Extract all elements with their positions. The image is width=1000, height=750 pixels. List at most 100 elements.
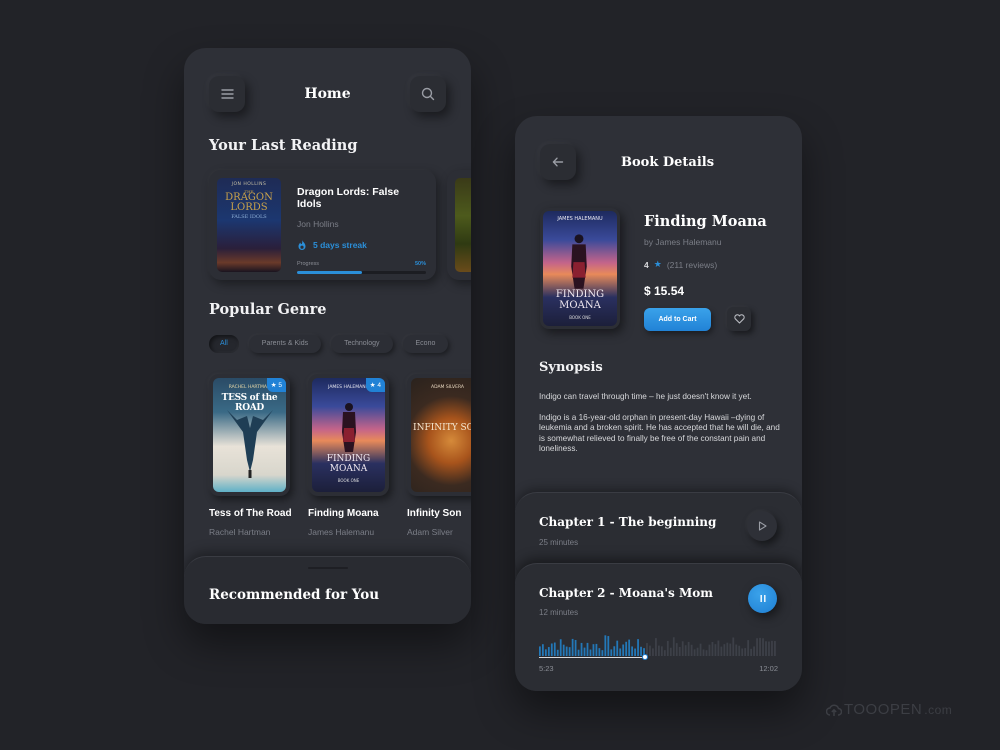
chapter-title: Chapter 2 - Moana's Mom [539, 586, 713, 600]
review-count: (211 reviews) [666, 259, 718, 270]
genre-chip-parents-kids[interactable]: Parents & Kids [248, 335, 322, 353]
waveform-bar [601, 650, 604, 656]
chapter-item-active[interactable]: Chapter 2 - Moana's Mom 12 minutes 5:23 … [515, 563, 802, 691]
waveform-bar [666, 640, 669, 656]
search-icon [421, 87, 435, 101]
waveform-bar [756, 638, 758, 656]
book-author: by James Halemanu [644, 237, 722, 247]
waveform-bar [723, 644, 726, 656]
waveform-bar [771, 640, 773, 656]
waveform-bar [631, 646, 634, 656]
waveform-bar [741, 648, 744, 656]
waveform-bar [565, 646, 568, 656]
rating-badge: ★ 4 [365, 378, 385, 392]
waveform-bar [759, 637, 761, 656]
waveform-bar [625, 641, 628, 656]
waveform-bar [539, 646, 541, 656]
waveform-bar [568, 647, 571, 656]
waveform-bar [765, 641, 767, 656]
waveform-bar [595, 643, 598, 656]
cover-author: ADAM SILVERA [431, 385, 464, 390]
book-cover: JAMES HALEMANU FINDING MOANA BOOK ONE ★ … [312, 378, 385, 492]
play-button[interactable] [747, 511, 777, 541]
drag-handle[interactable] [308, 567, 348, 569]
search-button[interactable] [410, 76, 446, 112]
book-author: Adam Silver [407, 527, 453, 537]
waveform-bar [589, 649, 592, 656]
waveform-bar [604, 635, 607, 656]
waveform-bar [696, 647, 699, 656]
waveform-bar [556, 649, 559, 656]
book-author: Rachel Hartman [209, 527, 271, 537]
back-button[interactable] [540, 144, 576, 180]
waveform-bar [637, 639, 639, 656]
book-item[interactable]: JAMES HALEMANU FINDING MOANA BOOK ONE ★ … [308, 374, 389, 537]
figure-illustration [342, 403, 356, 452]
synopsis-paragraph: Indigo can travel through time – he just… [539, 392, 752, 401]
pause-button[interactable] [748, 584, 777, 613]
book-cover: ADAM SILVERA INFINITY SON [411, 378, 471, 492]
recommended-sheet[interactable]: Recommended for You [184, 556, 471, 624]
waveform-bar [574, 640, 577, 656]
next-reading-card[interactable] [447, 170, 471, 280]
waveform-bar [628, 639, 631, 656]
watermark-brand: TOOOPEN [844, 701, 923, 718]
waveform-bar [774, 641, 776, 656]
popular-genre-heading: Popular Genre [209, 301, 327, 318]
cover-subtitle: FALSE IDOLS [231, 214, 267, 220]
waveform-bar [711, 641, 714, 656]
book-author: James Halemanu [308, 527, 375, 537]
book-item[interactable]: ADAM SILVERA INFINITY SON Infinity Son A… [407, 374, 471, 537]
waveform-bar [577, 649, 580, 656]
cover-title: FINDING [555, 289, 605, 300]
genre-chips: All Parents & Kids Technology Econo [209, 335, 449, 353]
cover-title: FINDING MOANA [326, 454, 371, 474]
waveform-bar [583, 647, 586, 656]
book-item[interactable]: RACHEL HARTMAN TESS of the ROAD ★ 5 Tess… [209, 374, 292, 537]
rating-value: 4 [377, 382, 381, 389]
waveform-bar [580, 642, 583, 656]
synopsis-paragraph: Indigo is a 16-year-old orphan in presen… [539, 412, 780, 454]
waveform-bar [553, 642, 556, 656]
cover-subtitle: BOOK ONE [569, 315, 591, 320]
waveform-bar [702, 649, 705, 656]
waveform-bar [610, 649, 613, 656]
cover-title: MOANA [559, 300, 601, 311]
waveform-bar [660, 646, 663, 656]
progress-fill [297, 271, 362, 274]
waveform-bar [616, 640, 619, 656]
figure-illustration [571, 234, 587, 289]
waveform-bar [619, 648, 622, 656]
waveform-bar [681, 641, 684, 656]
waveform-bar [547, 647, 550, 656]
chapter-duration: 25 minutes [539, 538, 579, 547]
add-to-cart-button[interactable]: Add to Cart [644, 307, 711, 331]
rating-value: 5 [278, 382, 282, 389]
synopsis-text: Indigo can travel through time – he just… [539, 392, 784, 455]
waveform-bar [693, 649, 696, 656]
waveform-bar [753, 646, 755, 656]
genre-chip-technology[interactable]: Technology [331, 335, 393, 353]
cover-author: JAMES HALEMANU [557, 216, 603, 222]
watermark-suffix: .com [924, 702, 953, 717]
cover-title: LORDS [230, 202, 268, 213]
streak-label: 5 days streak [313, 240, 367, 250]
waveform-bar [541, 644, 544, 656]
waveform-bar [705, 650, 708, 656]
last-reading-card[interactable]: JON HOLLINS THE DRAGON LORDS FALSE IDOLS… [209, 170, 436, 280]
waveform-bar [652, 648, 654, 656]
favorite-button[interactable] [727, 307, 751, 331]
recommended-heading: Recommended for You [209, 587, 380, 603]
heart-icon [733, 314, 745, 324]
waveform-bar [726, 642, 729, 656]
waveform-bar [690, 644, 693, 656]
audio-waveform[interactable] [539, 632, 777, 656]
last-reading-heading: Your Last Reading [209, 137, 358, 154]
pause-icon [760, 595, 765, 602]
genre-chip-all[interactable]: All [209, 335, 239, 353]
genre-chip-economics[interactable]: Econo [402, 335, 449, 353]
waveform-bar [586, 642, 589, 656]
book-cover-frame: JAMES HALEMANU FINDING MOANA BOOK ONE [540, 208, 620, 329]
playback-scrubber[interactable] [642, 654, 649, 660]
waveform-bar [720, 646, 723, 656]
